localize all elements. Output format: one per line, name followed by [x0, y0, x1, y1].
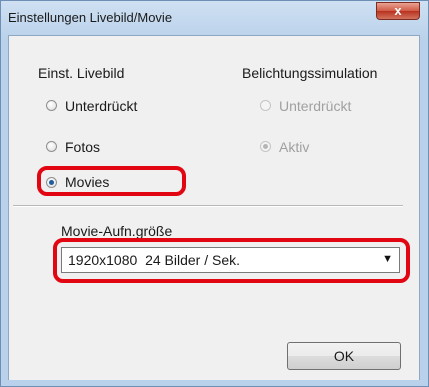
- radio-exposure-sim-aktiv[interactable]: [260, 141, 271, 152]
- radio-live-view-unterdrueckt[interactable]: [46, 100, 57, 111]
- radio-selected-dot: [263, 144, 268, 149]
- dialog-window: Einstellungen Livebild/Movie x Einst. Li…: [0, 0, 429, 387]
- window-title: Einstellungen Livebild/Movie: [8, 10, 173, 25]
- radio-exposure-sim-unterdrueckt[interactable]: [260, 100, 271, 111]
- close-button[interactable]: x: [376, 2, 420, 20]
- close-icon: x: [394, 3, 402, 18]
- radio-label-live-view-fotos[interactable]: Fotos: [65, 139, 100, 155]
- highlight-frame-movies: [37, 166, 186, 196]
- title-bar[interactable]: Einstellungen Livebild/Movie x: [1, 1, 428, 35]
- ok-button[interactable]: OK: [287, 342, 401, 370]
- highlight-frame-movie-size: [53, 238, 410, 283]
- radio-label-exposure-sim-unterdrueckt[interactable]: Unterdrückt: [279, 98, 351, 114]
- exposure-sim-heading: Belichtungssimulation: [242, 65, 378, 81]
- dialog-client-area: [8, 35, 420, 381]
- radio-label-exposure-sim-aktiv[interactable]: Aktiv: [279, 139, 309, 155]
- radio-label-live-view-unterdrueckt[interactable]: Unterdrückt: [65, 98, 137, 114]
- radio-live-view-fotos[interactable]: [46, 141, 57, 152]
- section-separator: [13, 205, 403, 207]
- window-frame-bottom: [1, 380, 428, 386]
- movie-size-label: Movie-Aufn.größe: [61, 223, 173, 239]
- live-view-heading: Einst. Livebild: [38, 65, 125, 81]
